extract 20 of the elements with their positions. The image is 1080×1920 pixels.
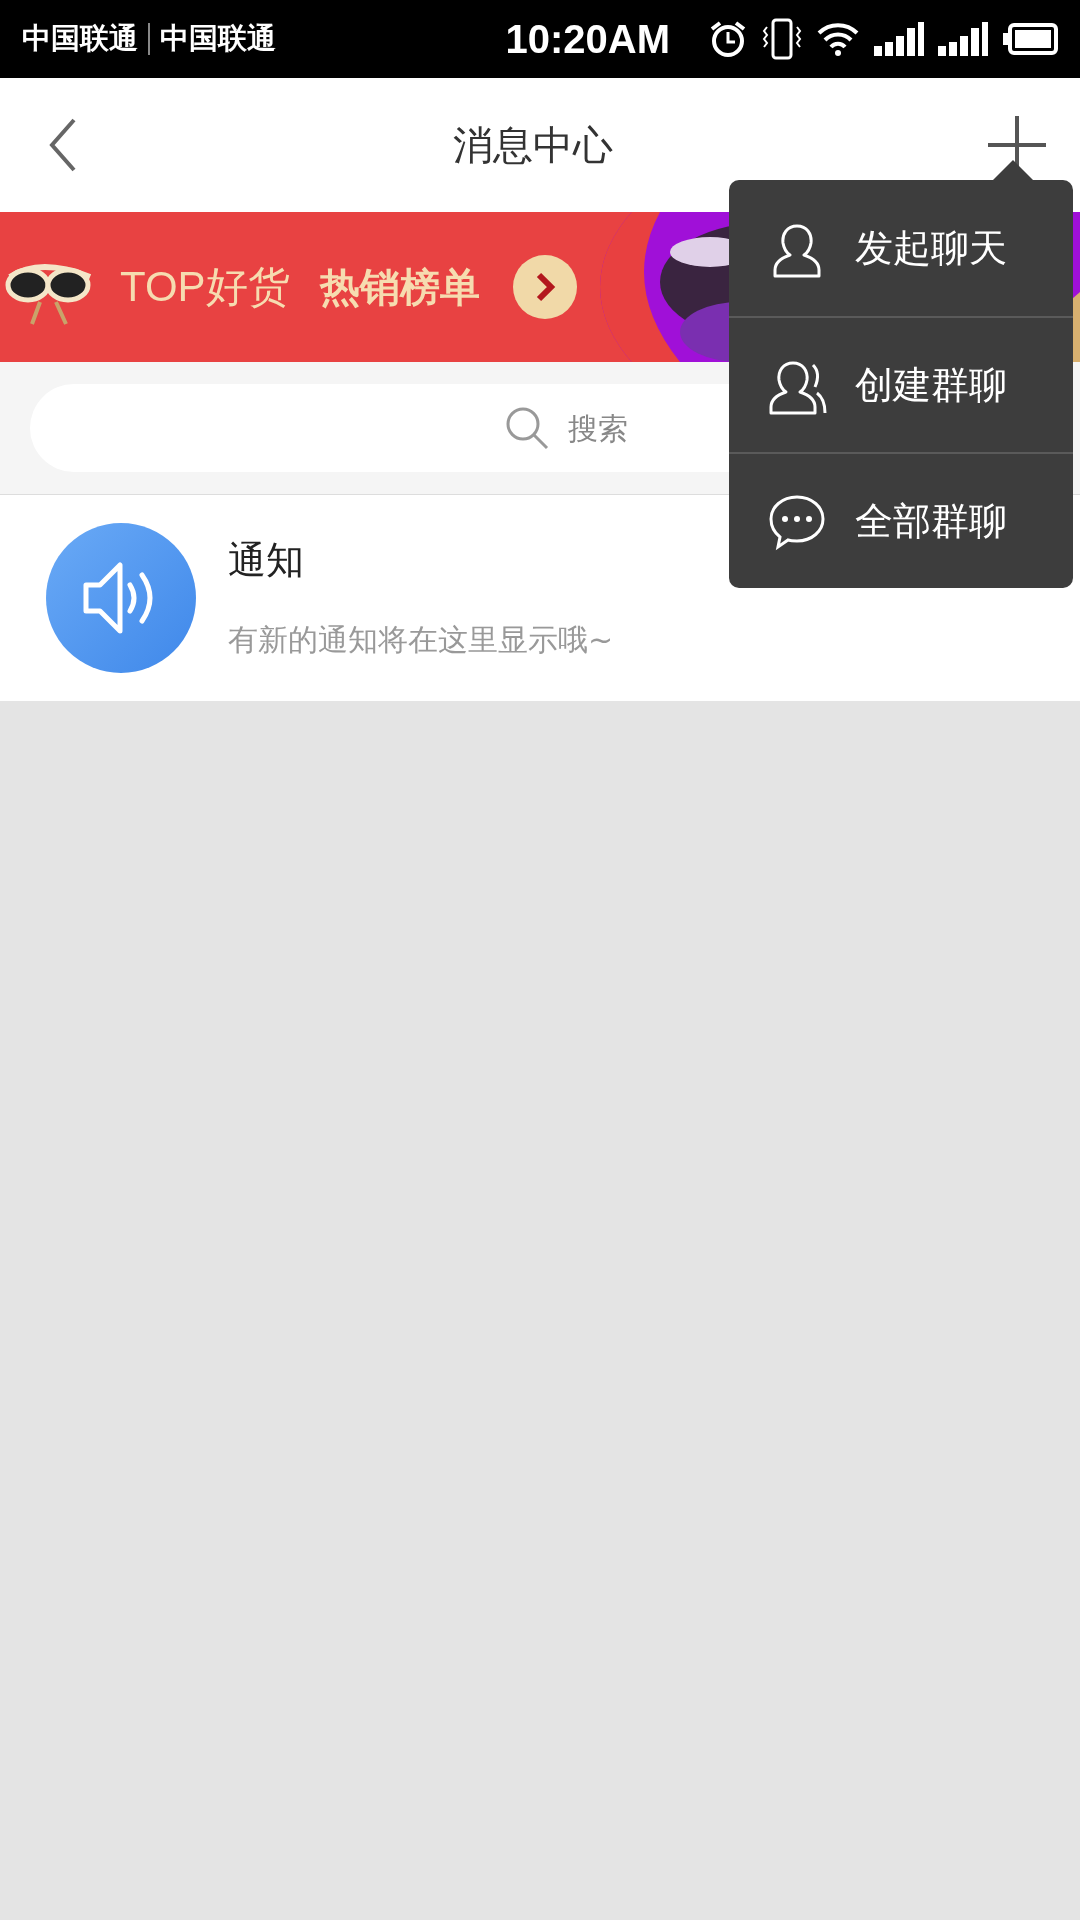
wifi-icon [816,21,860,57]
banner-headline: 热销榜单 [319,262,480,312]
signal-icon [938,22,988,56]
speaker-icon [46,523,196,673]
message-preview: 有新的通知将在这里显示哦~ [228,621,614,659]
search-icon [505,406,549,450]
message-title: 通知 [228,537,305,584]
banner-text: TOP好货 [120,262,290,312]
signal-icon [874,22,924,56]
vibrate-icon [762,17,802,61]
status-time: 10:20AM [505,16,670,62]
page-title: 消息中心 [453,120,613,170]
carrier-name: 中国联通 [22,20,138,57]
menu-item[interactable]: 全部群聊 [729,452,1073,588]
back-icon [48,117,78,173]
menu-item[interactable]: 创建群聊 [729,316,1073,452]
battery-icon [1002,23,1058,55]
alarm-clock-icon [708,19,748,59]
chevron-icon [511,254,578,320]
carrier-name: 中国联通 [160,20,276,57]
